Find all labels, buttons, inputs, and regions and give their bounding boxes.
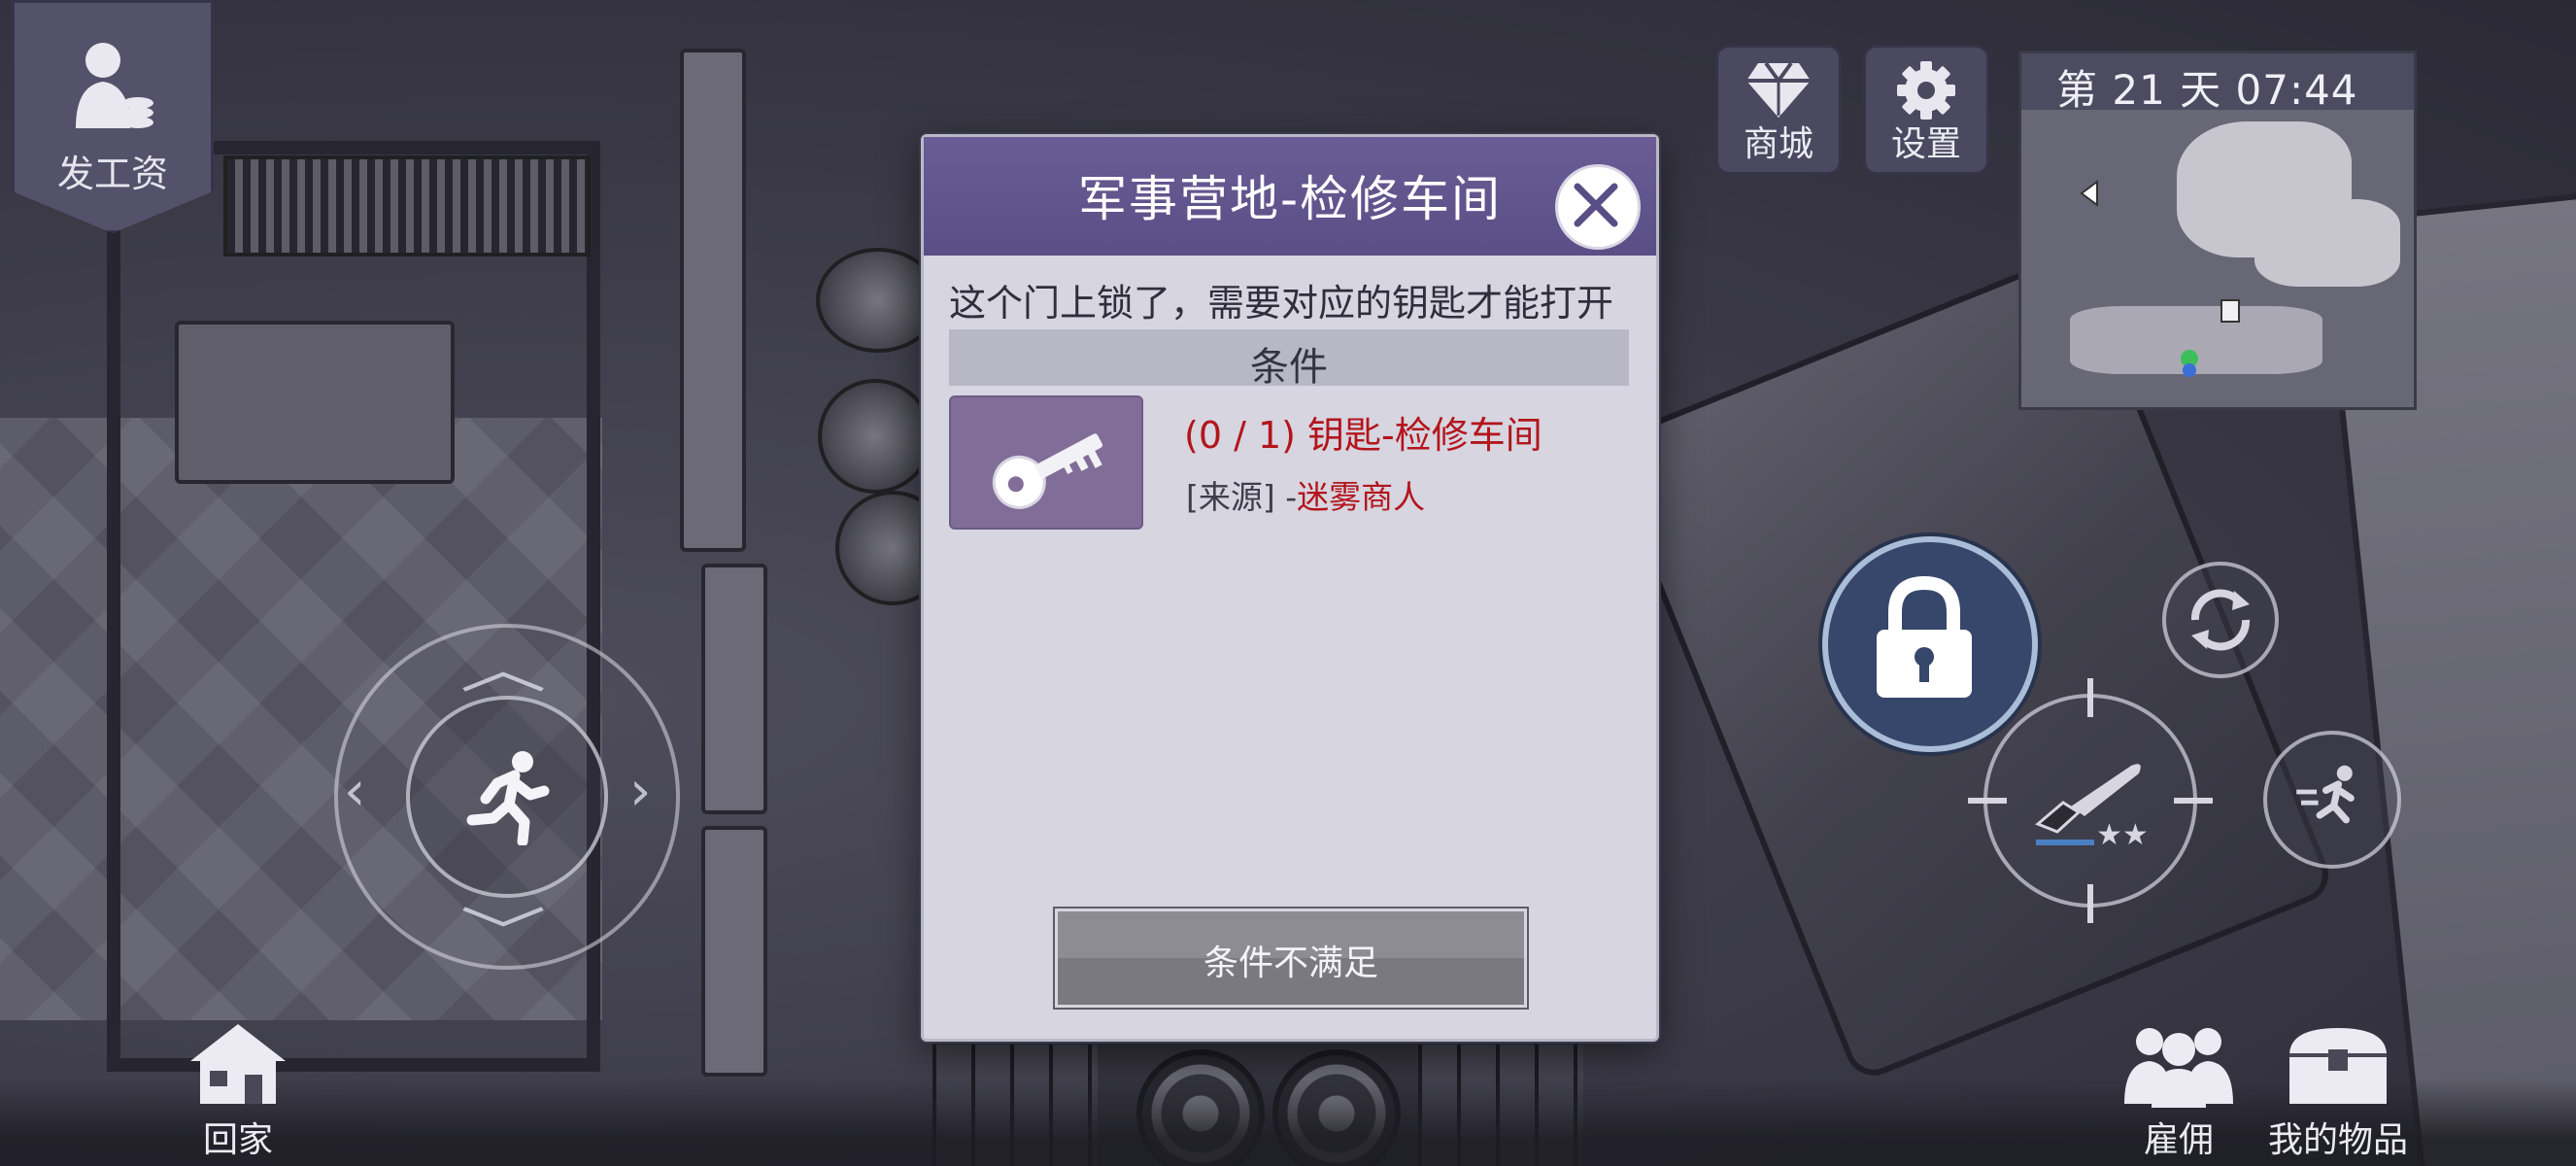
weapon-durability-bar bbox=[2036, 840, 2094, 845]
dialog-description: 这个门上锁了，需要对应的钥匙才能打开 bbox=[949, 282, 1614, 325]
runner-icon bbox=[466, 751, 550, 845]
hire-button[interactable]: 雇佣 bbox=[2116, 1020, 2242, 1162]
close-icon bbox=[1574, 183, 1618, 227]
joystick-right-arrow: › bbox=[629, 760, 652, 823]
pay-wages-label: 发工资 bbox=[56, 153, 168, 195]
joystick-down-arrow: ﹀ bbox=[459, 903, 547, 966]
pay-wages-button[interactable]: 发工资 bbox=[12, 0, 214, 233]
explored-area bbox=[2254, 199, 2400, 287]
settings-label: 设置 bbox=[1890, 124, 1961, 164]
people-icon bbox=[2124, 1028, 2233, 1108]
chest-icon bbox=[2289, 1028, 2387, 1104]
joystick-left-arrow: ‹ bbox=[344, 760, 366, 823]
shop-button[interactable]: 商城 bbox=[1715, 45, 1842, 175]
conditions-not-met-label: 条件不满足 bbox=[1203, 943, 1378, 983]
key-icon bbox=[992, 433, 1103, 509]
source-value[interactable]: 迷雾商人 bbox=[1297, 478, 1425, 516]
conditions-not-met-button[interactable]: 条件不满足 bbox=[1055, 909, 1527, 1008]
conditions-header-label: 条件 bbox=[1250, 345, 1328, 390]
dialog-title: 军事营地-检修车间 bbox=[1077, 171, 1503, 227]
settings-button[interactable]: 设置 bbox=[1863, 45, 1989, 175]
shop-label: 商城 bbox=[1743, 124, 1813, 164]
sprint-button[interactable] bbox=[2263, 731, 2401, 869]
hire-label: 雇佣 bbox=[2143, 1120, 2214, 1160]
my-items-label: 我的物品 bbox=[2267, 1120, 2408, 1160]
dialog-header: 军事营地-检修车间 bbox=[924, 137, 1656, 256]
source-label: [来源] - bbox=[1186, 478, 1298, 516]
requirement-text: (0 / 1) 钥匙-检修车间 bbox=[1184, 414, 1542, 457]
npc-marker-icon bbox=[2181, 350, 2198, 377]
go-home-label: 回家 bbox=[202, 1120, 273, 1160]
attack-button[interactable]: ★★ bbox=[1968, 678, 2213, 923]
worker-coins-icon bbox=[76, 43, 153, 128]
conditions-header: 条件 bbox=[949, 329, 1629, 390]
required-item-slot[interactable] bbox=[949, 395, 1143, 530]
diamond-icon bbox=[1746, 61, 1811, 118]
locked-door-dialog: 军事营地-检修车间 这个门上锁了，需要对应的钥匙才能打开 条件 (0 / 1) … bbox=[921, 134, 1659, 1042]
joystick-knob[interactable] bbox=[406, 696, 608, 898]
movement-joystick[interactable]: ︿ ﹀ ‹ › bbox=[334, 624, 680, 970]
minimap[interactable]: 第 21 天 07:44 bbox=[2018, 51, 2417, 410]
gear-icon bbox=[1897, 61, 1955, 120]
go-home-button[interactable]: 回家 bbox=[175, 1020, 301, 1162]
map-marker-icon bbox=[2080, 180, 2098, 207]
house-icon bbox=[190, 1024, 286, 1104]
sprint-icon bbox=[2296, 765, 2355, 824]
joystick-up-arrow: ︿ bbox=[459, 638, 547, 702]
source-line: [来源] -迷雾商人 bbox=[1186, 471, 1425, 518]
close-button[interactable] bbox=[1555, 164, 1641, 250]
day-time-bar: 第 21 天 07:44 bbox=[2021, 53, 2414, 114]
player-marker-icon bbox=[2220, 299, 2240, 323]
my-items-button[interactable]: 我的物品 bbox=[2255, 1020, 2421, 1162]
refresh-icon bbox=[2190, 589, 2251, 651]
switch-weapon-button[interactable] bbox=[2162, 562, 2279, 678]
weapon-star-icon: ★★ bbox=[2096, 818, 2149, 852]
lock-icon bbox=[1877, 575, 1972, 698]
day-time-text: 第 21 天 07:44 bbox=[2056, 66, 2358, 114]
